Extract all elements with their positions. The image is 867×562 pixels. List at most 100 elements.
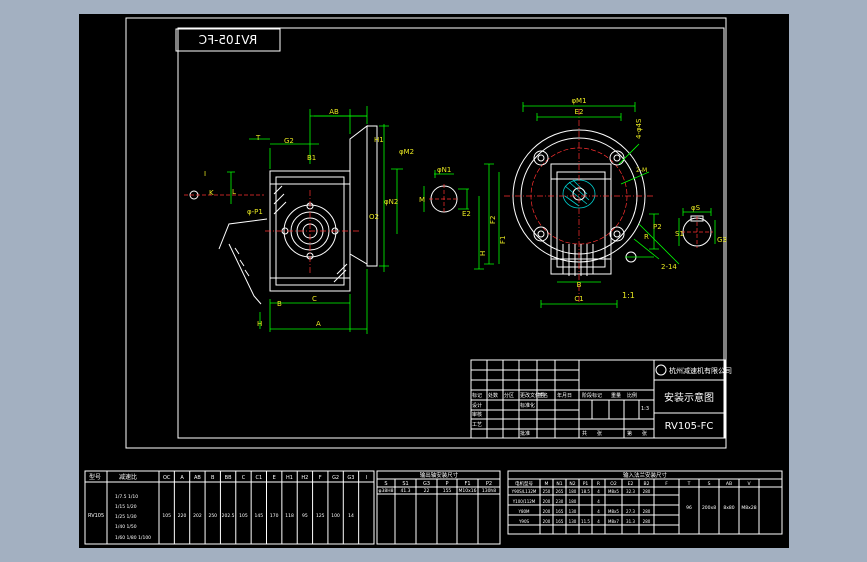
t2-v-3: 155 xyxy=(443,488,452,494)
t3-r1-c0: Y100/112M xyxy=(512,499,536,504)
dim-a: A xyxy=(316,320,321,328)
dim-t: T xyxy=(255,134,261,142)
t1-h-3: B xyxy=(211,475,215,481)
t3-h-7: E2 xyxy=(628,481,634,487)
hdr-0: 标记 xyxy=(472,392,482,399)
t1-ratio-0: 1/7.5 1/10 xyxy=(115,494,138,500)
t3-r3-c0: Y90S xyxy=(518,519,530,524)
t3-r2-c2: 165 xyxy=(556,509,564,514)
title-header-cells: 标记 处数 分区 更改文件号 签名 年月日 设计 审核 工艺 标准化 批准 阶段… xyxy=(472,392,649,437)
t3-r0-c8: 280 xyxy=(643,489,651,494)
dim-h-right: H xyxy=(479,251,487,256)
sheet-frame-inner xyxy=(177,27,725,439)
t3-r2-c5: 4 xyxy=(597,509,600,514)
dim-b: B xyxy=(277,300,282,308)
view-scale: 1:1 xyxy=(622,291,635,300)
drawing-model: RV105-FC xyxy=(665,421,714,432)
t1-h-6: C1 xyxy=(255,475,262,481)
t1-v-1: 220 xyxy=(178,513,187,519)
t1-v-5: 105 xyxy=(239,513,248,519)
t3-h-4: P1 xyxy=(583,481,589,487)
t1-h-13: I xyxy=(366,475,367,481)
t3-r3-c3: 130 xyxy=(569,519,577,524)
t1-h-12: G3 xyxy=(347,475,354,481)
t3-r1-c1: 200 xyxy=(543,499,551,504)
t3-h-5: R xyxy=(597,481,600,487)
t1-v-12: 14 xyxy=(348,513,354,519)
t3-r2-c0: Y80M xyxy=(518,509,531,514)
t3-r3-c8: 280 xyxy=(643,519,651,524)
t1-h-0: OC xyxy=(163,475,171,481)
hdr-4: 签名 xyxy=(538,392,548,399)
t1-model: RV105 xyxy=(88,513,104,519)
company-logo-icon xyxy=(655,364,667,376)
t1-v-8: 118 xyxy=(285,513,294,519)
t1-h-ratio: 减速比 xyxy=(119,473,137,481)
drawing-canvas[interactable]: RV105-FC AB H1 T G2 B1 I K L φ-P1 C A B … xyxy=(79,14,789,548)
t3-r0-c6: M8x5 xyxy=(608,489,619,494)
t1-v-2: 202 xyxy=(193,513,202,519)
t3-h-6: O2 xyxy=(610,481,617,487)
t3-r3-c5: 4 xyxy=(597,519,600,524)
dim-phi-n2: φN2 xyxy=(384,198,398,206)
role-0: 设计 xyxy=(472,402,482,409)
t3-r2-c1: 200 xyxy=(543,509,551,514)
t3-r3-c6: M8x7 xyxy=(608,519,619,524)
sheet-3: 张 xyxy=(642,430,647,437)
dim-phi-s: φS xyxy=(691,204,701,212)
t1-h-5: C xyxy=(242,475,246,481)
t3-r2-c3: 130 xyxy=(569,509,577,514)
dim-phi-m1: φM1 xyxy=(571,97,586,105)
t3-r3-c2: 165 xyxy=(556,519,564,524)
t2-h-2: G3 xyxy=(423,481,430,487)
t3-h-9: F xyxy=(665,481,668,487)
drawing-viewport[interactable]: RV105-FC AB H1 T G2 B1 I K L φ-P1 C A B … xyxy=(79,14,789,548)
t1-v-9: 95 xyxy=(302,513,308,519)
title-block: 标记 处数 分区 更改文件号 签名 年月日 设计 审核 工艺 标准化 批准 阶段… xyxy=(470,359,732,439)
dim-thread-214: 2-14 xyxy=(661,263,677,271)
t2-h-1: S1 xyxy=(402,481,408,487)
t3-m-3: M8x28 xyxy=(741,505,756,511)
hdr-1: 处数 xyxy=(488,392,498,399)
dim-e2-mid: E2 xyxy=(462,210,471,218)
dim-p2: P2 xyxy=(653,223,662,231)
t1-v-7: 170 xyxy=(270,513,279,519)
dim-r: R xyxy=(644,233,649,241)
t2-h-4: F1 xyxy=(464,481,470,487)
dim-l: L xyxy=(232,188,236,196)
t3-r0-c0: Y90S/L132M xyxy=(511,489,537,494)
t1-h-model: 型号 xyxy=(89,473,101,481)
dim-m: M xyxy=(419,196,425,204)
t1-ratio-1: 1/15 1/20 xyxy=(115,504,137,510)
dim-holes: 4-φ4S xyxy=(635,118,643,139)
t3-r0-c5: 4 xyxy=(597,489,600,494)
role-2: 工艺 xyxy=(472,422,482,428)
dim-i: I xyxy=(204,170,206,178)
dim-h1: H1 xyxy=(374,136,384,144)
dim-c: C xyxy=(312,295,317,303)
t1-ratio-2: 1/25 1/30 xyxy=(115,514,137,520)
t2-v-0: φ38H8 xyxy=(379,488,394,494)
stage-2: 比例 xyxy=(627,392,637,399)
company-name: 杭州减速机有限公司 xyxy=(669,366,732,375)
t3-r1-c5: 4 xyxy=(597,499,600,504)
t1-v-10: 125 xyxy=(316,513,325,519)
dim-k: K xyxy=(209,189,214,197)
dim-o2: O2 xyxy=(369,213,379,221)
t3-m-2: 8x80 xyxy=(723,505,734,511)
t3-title: 输入法兰安装尺寸 xyxy=(623,471,668,479)
t3-r0-c1: 250 xyxy=(543,489,551,494)
t1-v-11: 100 xyxy=(331,513,340,519)
table-input-flange: 输入法兰安装尺寸 电机型号 M N1 N2 P1 R O2 E2 B2 F T S AB V Y90S/L1… xyxy=(507,470,783,535)
sheet-1: 张 xyxy=(597,430,602,437)
t1-h-1: A xyxy=(180,475,184,481)
dim-f2: F2 xyxy=(489,216,497,224)
dim-phi-p1: φ-P1 xyxy=(247,208,263,216)
t3-r0-c3: 180 xyxy=(569,489,577,494)
role-1: 审核 xyxy=(472,411,482,418)
t2-title: 输出轴安装尺寸 xyxy=(420,471,459,479)
t3-r1-c2: 230 xyxy=(556,499,564,504)
role-4: 批准 xyxy=(520,430,530,437)
t1-v-0: 105 xyxy=(162,513,171,519)
t1-ratio-3: 1/40 1/50 xyxy=(115,524,137,530)
